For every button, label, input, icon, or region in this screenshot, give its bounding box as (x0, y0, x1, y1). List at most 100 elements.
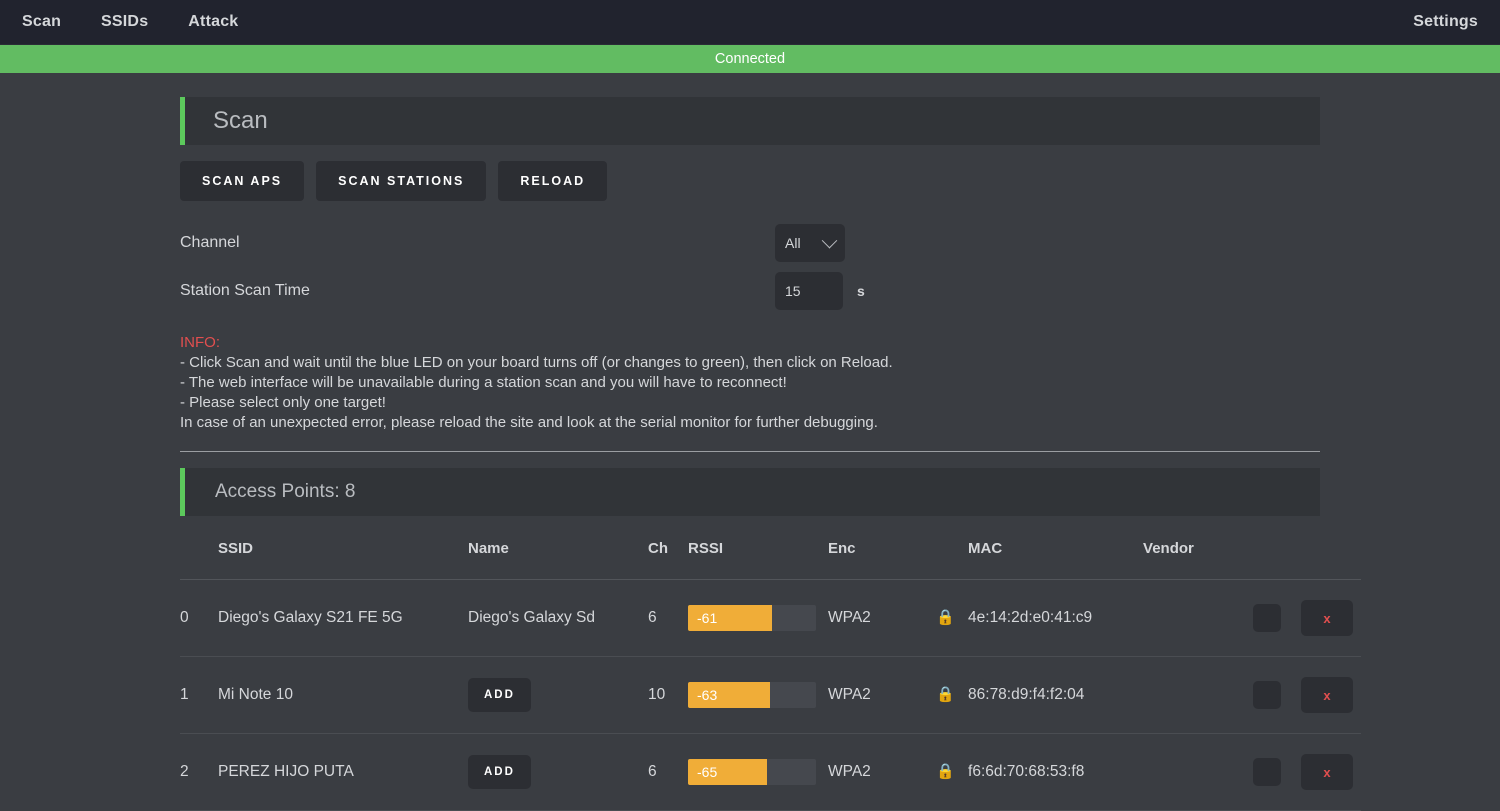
th-rssi: RSSI (688, 516, 828, 580)
row-rssi: -61 (688, 579, 828, 657)
nav-item-attack[interactable]: Attack (188, 13, 238, 31)
access-points-table-body: 0 Diego's Galaxy S21 FE 5G Diego's Galax… (180, 579, 1362, 811)
info-line-4: In case of an unexpected error, please r… (180, 414, 878, 431)
station-scan-time-row: Station Scan Time s (180, 267, 1320, 315)
row-vendor (1143, 579, 1254, 657)
info-line-1: - Click Scan and wait until the blue LED… (180, 354, 893, 371)
row-mac: f6:6d:70:68:53:f8 (968, 733, 1144, 811)
add-name-button[interactable]: ADD (468, 755, 531, 789)
nav-item-settings[interactable]: Settings (1413, 13, 1478, 31)
row-delete-cell: x (1301, 579, 1362, 657)
connection-status-banner: Connected (0, 45, 1500, 73)
row-name: ADD (468, 656, 648, 734)
lock-icon: 🔒 (936, 733, 969, 811)
th-enc: Enc (828, 516, 969, 580)
row-rssi: -65 (688, 733, 828, 811)
row-encryption: WPA2 (828, 656, 936, 734)
station-scan-time-label: Station Scan Time (180, 282, 310, 299)
page-title: Scan (213, 107, 268, 134)
row-vendor (1143, 733, 1254, 811)
access-points-table: SSID Name Ch RSSI Enc MAC Vendor 0 Diego… (180, 516, 1362, 811)
rssi-bar-fill: -65 (688, 759, 768, 785)
access-points-header: Access Points: 8 (180, 468, 1320, 516)
lock-icon: 🔒 (936, 579, 969, 657)
channel-setting-row: Channel All (180, 219, 1320, 267)
scan-section-header: Scan (180, 97, 1320, 145)
rssi-bar: -63 (688, 682, 816, 708)
table-header-row: SSID Name Ch RSSI Enc MAC Vendor (180, 516, 1362, 580)
info-heading: INFO: (180, 334, 220, 351)
section-divider (180, 451, 1320, 452)
th-delete (1301, 516, 1362, 580)
row-vendor (1143, 656, 1254, 734)
row-delete-cell: x (1301, 656, 1362, 734)
row-select-checkbox-cell (1253, 579, 1302, 657)
nav-links: Scan SSIDs Attack (22, 13, 238, 31)
nav-item-scan[interactable]: Scan (22, 13, 61, 31)
th-mac: MAC (968, 516, 1144, 580)
channel-label: Channel (180, 234, 240, 251)
station-scan-time-input[interactable] (775, 272, 843, 310)
channel-select[interactable]: All (775, 224, 845, 262)
row-index: 2 (180, 733, 218, 811)
scan-stations-button[interactable]: SCAN STATIONS (316, 161, 487, 201)
info-line-3: - Please select only one target! (180, 394, 386, 411)
row-select-checkbox[interactable] (1253, 758, 1282, 786)
rssi-bar-fill: -63 (688, 682, 770, 708)
access-points-title: Access Points: 8 (215, 481, 356, 502)
row-name: Diego's Galaxy Sd (468, 579, 648, 657)
scan-settings: Channel All Station Scan Time s (180, 219, 1320, 315)
th-ch: Ch (648, 516, 688, 580)
row-name: ADD (468, 733, 648, 811)
table-row: 0 Diego's Galaxy S21 FE 5G Diego's Galax… (180, 579, 1362, 657)
lock-icon: 🔒 (936, 656, 969, 734)
th-select (1253, 516, 1302, 580)
chevron-down-icon (821, 232, 838, 248)
th-name: Name (468, 516, 648, 580)
info-line-2: - The web interface will be unavailable … (180, 374, 787, 391)
row-delete-cell: x (1301, 733, 1362, 811)
row-select-checkbox[interactable] (1253, 681, 1282, 709)
connection-status-text: Connected (714, 51, 786, 67)
access-points-section: Access Points: 8 SSID Name Ch RSSI Enc M… (180, 468, 1362, 811)
row-select-checkbox-cell (1253, 733, 1302, 811)
row-ssid: Mi Note 10 (218, 656, 468, 734)
table-row: 1 Mi Note 10 ADD 10 -63 WPA2 🔒 86:78:d9:… (180, 656, 1362, 734)
rssi-bar-fill: -61 (688, 605, 773, 631)
reload-button[interactable]: RELOAD (498, 161, 608, 201)
nav-item-ssids[interactable]: SSIDs (101, 13, 148, 31)
rssi-value: -61 (697, 610, 718, 626)
row-select-checkbox[interactable] (1253, 604, 1282, 632)
page-content: Scan SCAN APS SCAN STATIONS RELOAD Chann… (180, 73, 1362, 811)
th-ssid: SSID (218, 516, 468, 580)
row-select-checkbox-cell (1253, 656, 1302, 734)
top-navbar: Scan SSIDs Attack Settings (0, 0, 1500, 45)
row-index: 0 (180, 579, 218, 657)
row-delete-button[interactable]: x (1301, 677, 1354, 713)
rssi-value: -63 (697, 687, 718, 703)
row-encryption: WPA2 (828, 733, 936, 811)
row-mac: 4e:14:2d:e0:41:c9 (968, 579, 1144, 657)
rssi-bar: -65 (688, 759, 816, 785)
row-channel: 6 (648, 733, 688, 811)
rssi-value: -65 (697, 764, 718, 780)
row-encryption: WPA2 (828, 579, 936, 657)
row-mac: 86:78:d9:f4:f2:04 (968, 656, 1144, 734)
row-delete-button[interactable]: x (1301, 600, 1354, 636)
th-index (180, 516, 218, 580)
table-row: 2 PEREZ HIJO PUTA ADD 6 -65 WPA2 🔒 f6:6d… (180, 733, 1362, 811)
info-block: INFO: - Click Scan and wait until the bl… (180, 333, 1320, 433)
nav-right: Settings (1413, 13, 1478, 31)
scan-aps-button[interactable]: SCAN APS (180, 161, 305, 201)
row-channel: 6 (648, 579, 688, 657)
row-channel: 10 (648, 656, 688, 734)
station-scan-time-unit: s (857, 283, 865, 299)
row-delete-button[interactable]: x (1301, 754, 1354, 790)
rssi-bar: -61 (688, 605, 816, 631)
th-vendor: Vendor (1143, 516, 1254, 580)
row-ssid: PEREZ HIJO PUTA (218, 733, 468, 811)
scan-button-row: SCAN APS SCAN STATIONS RELOAD (180, 161, 1320, 201)
row-rssi: -63 (688, 656, 828, 734)
add-name-button[interactable]: ADD (468, 678, 531, 712)
row-index: 1 (180, 656, 218, 734)
